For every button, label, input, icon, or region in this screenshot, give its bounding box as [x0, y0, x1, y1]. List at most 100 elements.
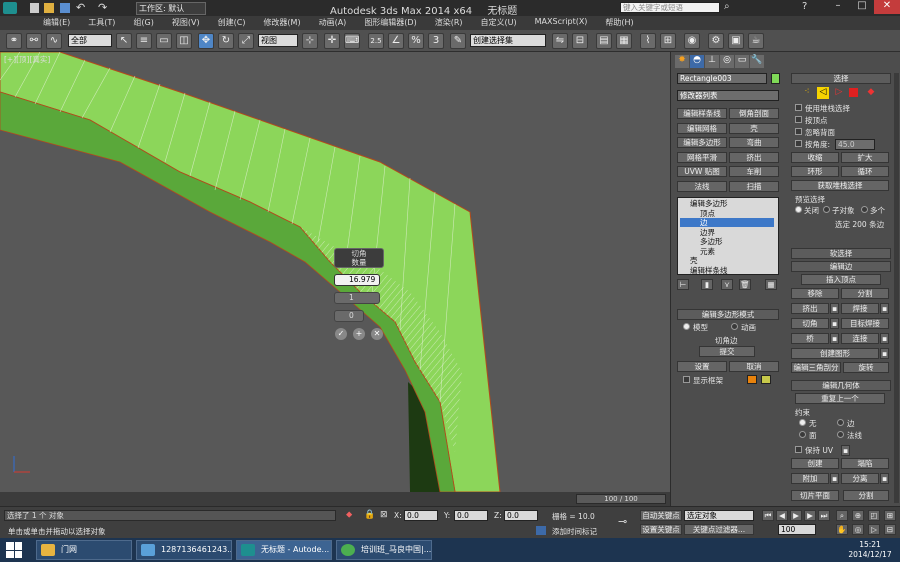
modifier-button[interactable]: 壳	[729, 122, 779, 134]
stack-item[interactable]: 边	[680, 218, 774, 227]
edge-mode-icon[interactable]: ◁	[817, 87, 829, 99]
modifier-button[interactable]: 倒角剖面	[729, 108, 779, 119]
menu-item[interactable]: 工具(T)	[79, 17, 124, 28]
collapse-button[interactable]: 塌陷	[841, 458, 889, 469]
detach-button[interactable]: 分离	[841, 473, 879, 484]
key-filters-button[interactable]: 关键点过滤器...	[684, 524, 754, 535]
element-mode-icon[interactable]: ◆	[865, 87, 877, 99]
create-shape-button[interactable]: 创建图形	[791, 348, 879, 359]
select-scale-icon[interactable]: ⤢	[238, 33, 254, 49]
select-object-icon[interactable]: ↖	[116, 33, 132, 49]
modifier-button[interactable]: 编辑网格	[677, 122, 727, 134]
help-icon[interactable]: ?	[802, 1, 807, 12]
workspace-select[interactable]: 工作区: 默认	[136, 2, 206, 15]
menu-item[interactable]: 帮助(H)	[596, 17, 642, 28]
start-button[interactable]	[6, 542, 22, 558]
zoom-icon[interactable]: ⌕	[836, 510, 848, 521]
percent-snap-icon[interactable]: %	[408, 33, 424, 49]
bridge-settings-button[interactable]: ▪	[830, 333, 839, 344]
key-selection-select[interactable]: 选定对象	[684, 510, 754, 521]
preview-subobj-radio[interactable]	[823, 206, 830, 213]
lock-selection-icon[interactable]: 🔒	[364, 510, 375, 520]
cage-color-2[interactable]	[761, 375, 771, 384]
modifier-button[interactable]: 网格平滑	[677, 151, 727, 163]
model-radio[interactable]	[683, 323, 690, 330]
z-coord-field[interactable]: 0.0	[504, 510, 538, 521]
caddy-apply-icon[interactable]: +	[353, 328, 365, 340]
preserve-uv-settings-button[interactable]: ▪	[841, 445, 850, 456]
modifier-button[interactable]: 扫描	[729, 180, 779, 192]
reference-coord-select[interactable]: 视图	[258, 34, 298, 47]
previous-frame-icon[interactable]: ◀	[776, 510, 788, 521]
viewport-top[interactable]: [+][顶][真实] 切角 数量 16.979 1 0 ✓ + ✕	[0, 52, 670, 492]
rendered-frame-icon[interactable]: ▣	[728, 33, 744, 49]
detach-settings-button[interactable]: ▪	[880, 473, 889, 484]
tab-display[interactable]: ▭	[735, 55, 749, 68]
stack-item[interactable]: 边界	[680, 228, 774, 237]
constraint-edge-radio[interactable]	[837, 419, 844, 426]
preview-off-radio[interactable]	[795, 206, 802, 213]
vertex-mode-icon[interactable]: ⁖	[801, 87, 813, 99]
constraint-normal-radio[interactable]	[837, 431, 844, 438]
attach-settings-button[interactable]: ▪	[830, 473, 839, 484]
window-crossing-icon[interactable]: ◫	[176, 33, 192, 49]
edit-poly-mode-header[interactable]: 编辑多边形模式	[677, 309, 779, 320]
modifier-button[interactable]: 编辑样条线	[677, 108, 727, 119]
panel-scrollbar[interactable]	[894, 73, 899, 503]
add-time-tag-label[interactable]: 添加时间标记	[552, 526, 597, 537]
bind-spacewarp-icon[interactable]: ∿	[46, 33, 62, 49]
taskbar-item-browser[interactable]: 培训班_马良中国|...	[336, 540, 432, 560]
tab-utilities[interactable]: 🔧	[750, 55, 764, 68]
constraint-face-radio[interactable]	[799, 431, 806, 438]
extrude-button[interactable]: 挤出	[791, 303, 829, 314]
key-mode-icon[interactable]: ⊸	[618, 515, 627, 528]
weld-button[interactable]: 焊接	[841, 303, 879, 314]
save-icon[interactable]	[60, 3, 70, 13]
search-icon[interactable]: ⌕	[724, 1, 730, 12]
stack-item[interactable]: 元素	[680, 247, 774, 256]
select-rotate-icon[interactable]: ↻	[218, 33, 234, 49]
insert-vertex-button[interactable]: 插入顶点	[801, 274, 881, 285]
app-logo-icon[interactable]	[3, 2, 17, 14]
caddy-segments-field[interactable]: 1	[334, 292, 380, 304]
repeat-last-button[interactable]: 重复上一个	[795, 393, 885, 404]
y-coord-field[interactable]: 0.0	[454, 510, 488, 521]
object-name-field[interactable]: Rectangle003	[677, 73, 767, 84]
stack-item[interactable]: 多边形	[680, 237, 774, 246]
taskbar-item-3dsmax[interactable]: 无标题 - Autode...	[236, 540, 332, 560]
angle-field[interactable]: 45.0	[835, 139, 875, 150]
remove-modifier-icon[interactable]: 🗑	[739, 279, 751, 290]
show-cage-checkbox[interactable]	[683, 376, 690, 383]
close-button[interactable]: ✕	[874, 0, 900, 14]
caddy-tension-field[interactable]: 0	[334, 310, 364, 322]
menu-item[interactable]: 视图(V)	[163, 17, 209, 28]
open-file-icon[interactable]	[44, 3, 54, 13]
snaps-toggle-icon[interactable]: 2.5	[368, 33, 384, 49]
zoom-extents-icon[interactable]: ◰	[868, 510, 880, 521]
selection-filter-select[interactable]: 全部	[68, 34, 112, 47]
selection-header[interactable]: 选择	[791, 73, 891, 84]
curve-editor-icon[interactable]: ⌇	[640, 33, 656, 49]
taskbar-item-folder[interactable]: 门网	[36, 540, 132, 560]
create-button[interactable]: 创建	[791, 458, 839, 469]
by-vertex-checkbox[interactable]	[795, 116, 802, 123]
menu-item[interactable]: 组(G)	[124, 17, 162, 28]
create-shape-settings-button[interactable]: ▪	[880, 348, 889, 359]
make-unique-icon[interactable]: ⋎	[721, 279, 733, 290]
caddy-ok-icon[interactable]: ✓	[335, 328, 347, 340]
align-icon[interactable]: ⊟	[572, 33, 588, 49]
select-by-name-icon[interactable]: ≡	[136, 33, 152, 49]
menu-item[interactable]: 修改器(M)	[254, 17, 309, 28]
show-end-result-icon[interactable]: ▮	[701, 279, 713, 290]
configure-sets-icon[interactable]: ▦	[765, 279, 777, 290]
cancel-button[interactable]: 取消	[729, 361, 779, 372]
cage-color-1[interactable]	[747, 375, 757, 384]
named-selection-select[interactable]: 创建选择集	[470, 34, 546, 47]
tab-create[interactable]: ✸	[675, 55, 689, 68]
stack-item[interactable]: 编辑多边形	[680, 199, 774, 208]
angle-snap-icon[interactable]: ∠	[388, 33, 404, 49]
mirror-icon[interactable]: ⇋	[552, 33, 568, 49]
stack-item[interactable]: 编辑样条线	[680, 266, 774, 275]
maximize-button[interactable]: □	[850, 0, 874, 14]
stack-item[interactable]: 壳	[680, 256, 774, 265]
